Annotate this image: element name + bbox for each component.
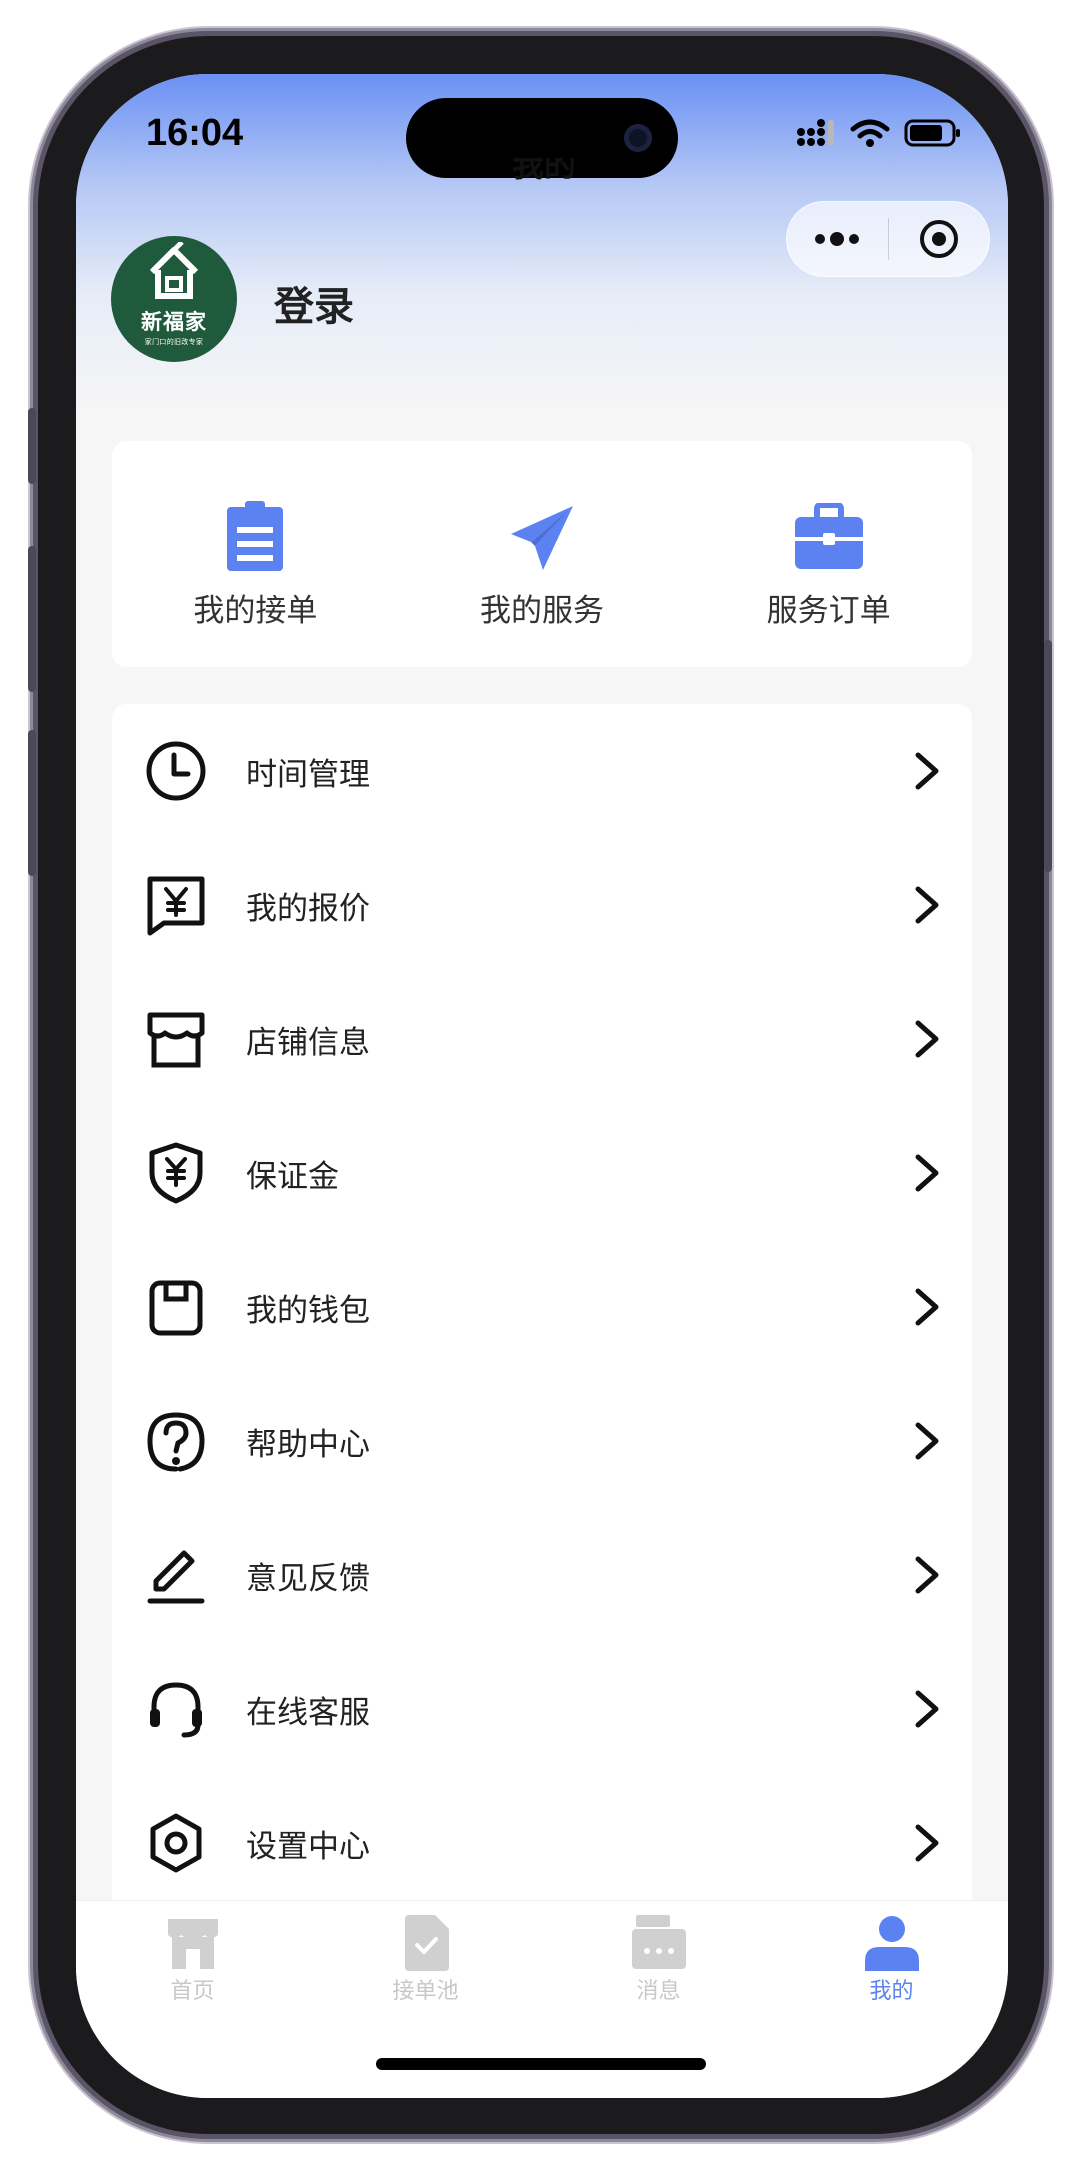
wallet-icon [144,1275,208,1339]
wifi-icon [850,119,890,147]
menu-item-label: 帮助中心 [246,1426,370,1463]
menu-item-label: 我的报价 [246,890,370,927]
chevron-right-icon [915,1824,939,1862]
chevron-right-icon [915,752,939,790]
status-icons [796,118,962,148]
status-time: 16:04 [146,112,244,154]
screen: 16:04 我的 新福家 家门口的旧改专家 登录 我的接单 我的服务 服务订单 … [76,74,1008,2098]
menu-item-label: 我的钱包 [246,1292,370,1329]
tab-label: 接单池 [392,1979,459,2004]
login-link[interactable]: 登录 [274,274,354,332]
quick-actions-card: 我的接单 我的服务 服务订单 [112,441,972,667]
settings-icon [144,1811,208,1875]
home-indicator [376,2058,706,2070]
pencil-icon [144,1543,208,1607]
tab-label: 消息 [636,1979,681,2004]
store-icon [144,1007,208,1071]
paper-plane-icon [506,501,578,573]
battery-icon [904,119,960,147]
camera-icon [624,124,652,152]
brand-slogan: 家门口的旧改专家 [144,338,204,346]
tab-label: 首页 [170,1979,215,2004]
clock-icon [144,739,208,803]
yen-message-icon [144,873,208,937]
document-check-icon [397,1915,455,1971]
tab-mine[interactable]: 我的 [775,1901,1008,2098]
headset-icon [144,1677,208,1741]
house-logo-icon [149,242,199,299]
volume-up-button [28,546,36,692]
more-dots-icon [815,232,860,246]
side-button [28,408,36,484]
menu-item-deposit[interactable]: 保证金 [112,1106,972,1240]
menu-item-label: 保证金 [246,1158,339,1195]
volume-down-button [28,730,36,876]
quick-action-label: 我的服务 [480,593,604,629]
chevron-right-icon [915,1020,939,1058]
menu-item-label: 店铺信息 [246,1024,370,1061]
shop-icon [164,1915,222,1971]
yen-shield-icon [144,1141,208,1205]
menu-item-time-management[interactable]: 时间管理 [112,704,972,838]
chevron-right-icon [915,1422,939,1460]
briefcase-icon [793,501,865,573]
message-box-icon [630,1915,688,1971]
tab-home[interactable]: 首页 [76,1901,309,2098]
chevron-right-icon [915,1690,939,1728]
quick-action-label: 服务订单 [766,593,891,629]
tab-label: 我的 [869,1979,914,2004]
brand-name: 新福家 [141,310,207,334]
help-icon [144,1409,208,1473]
quick-action-my-orders[interactable]: 我的接单 [112,441,399,667]
menu-item-label: 时间管理 [246,756,370,793]
menu-item-label: 在线客服 [246,1694,370,1731]
menu-item-label: 意见反馈 [246,1560,370,1597]
menu-list: 时间管理 我的报价 店铺信息 保证金 我的钱包 帮助中心 意见反馈 在线客服 设… [112,704,972,1954]
close-mini-program-button[interactable] [889,202,990,276]
clipboard-icon [219,501,291,573]
avatar[interactable]: 新福家 家门口的旧改专家 [111,236,237,362]
power-button [1044,640,1052,872]
cellular-signal-icon [797,119,834,146]
page-title: 我的 [512,158,577,184]
quick-action-label: 我的接单 [193,593,318,629]
quick-action-my-services[interactable]: 我的服务 [399,441,686,667]
more-options-button[interactable] [787,202,888,276]
chevron-right-icon [915,1556,939,1594]
menu-item-my-quotes[interactable]: 我的报价 [112,838,972,972]
target-icon [919,220,958,258]
menu-item-settings[interactable]: 设置中心 [112,1776,972,1910]
menu-item-online-support[interactable]: 在线客服 [112,1642,972,1776]
menu-item-store-info[interactable]: 店铺信息 [112,972,972,1106]
mini-program-capsule [786,201,990,277]
chevron-right-icon [915,1154,939,1192]
menu-item-label: 设置中心 [246,1828,370,1865]
user-icon [863,1915,921,1971]
chevron-right-icon [915,1288,939,1326]
chevron-right-icon [915,886,939,924]
menu-item-feedback[interactable]: 意见反馈 [112,1508,972,1642]
menu-item-my-wallet[interactable]: 我的钱包 [112,1240,972,1374]
quick-action-service-orders[interactable]: 服务订单 [685,441,972,667]
menu-item-help-center[interactable]: 帮助中心 [112,1374,972,1508]
